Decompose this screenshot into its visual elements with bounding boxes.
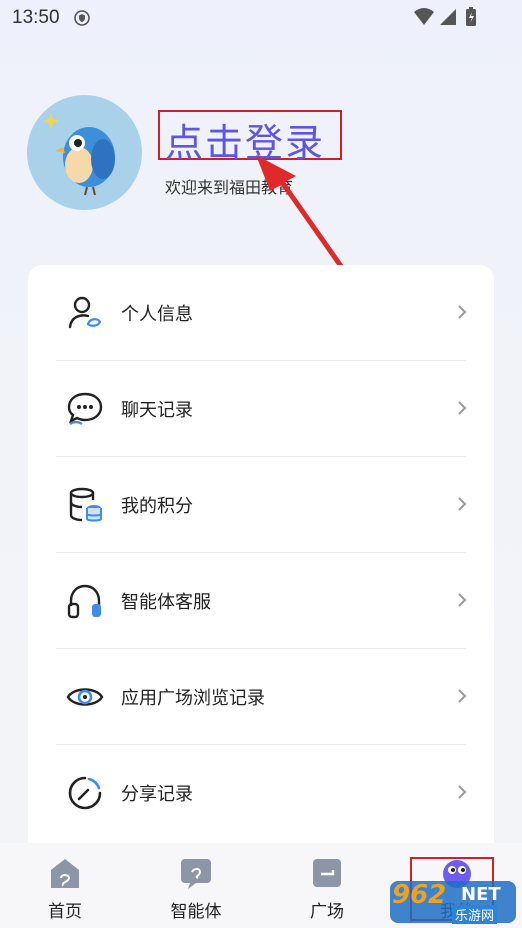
chevron-right-icon	[458, 305, 467, 319]
menu-item-browse-history[interactable]: 应用广场浏览记录	[28, 649, 494, 745]
menu-item-my-points[interactable]: 我的积分	[28, 457, 494, 553]
menu-label: 智能体客服	[121, 592, 211, 613]
chat-icon	[67, 392, 103, 425]
tab-square[interactable]: 广场	[262, 843, 392, 928]
database-icon	[69, 487, 102, 522]
menu-label: 我的积分	[121, 496, 193, 517]
home-icon	[51, 859, 79, 888]
login-link[interactable]: 点击登录	[165, 112, 325, 167]
headphones-icon	[67, 584, 101, 619]
menu-item-share-history[interactable]: 分享记录	[28, 745, 494, 841]
avatar[interactable]	[27, 95, 142, 210]
tab-label: 智能体	[170, 902, 222, 922]
menu-label: 个人信息	[121, 304, 193, 325]
watermark-sub: 乐游网	[452, 905, 498, 924]
status-time: 13:50	[12, 7, 60, 28]
tab-agent[interactable]: 智能体	[131, 843, 261, 928]
menu-card: 个人信息 聊天记录 我的积分 智能体客服 应用广场浏览记录 分享记录	[28, 265, 494, 865]
tab-label: 首页	[48, 902, 82, 922]
profile-header: 点击登录 欢迎来到福田教育	[0, 90, 522, 220]
tab-home[interactable]: 首页	[0, 843, 130, 928]
share-progress-icon	[68, 776, 102, 810]
menu-label: 分享记录	[121, 784, 193, 805]
watermark-net: NET	[461, 884, 501, 905]
welcome-text: 欢迎来到福田教育	[165, 178, 294, 197]
chevron-right-icon	[458, 497, 467, 511]
watermark-brand: 962	[392, 880, 447, 910]
shield-icon	[74, 10, 90, 26]
tab-label: 广场	[310, 902, 344, 922]
square-icon	[313, 859, 341, 887]
bird-avatar-icon	[43, 113, 115, 196]
person-icon	[68, 296, 102, 329]
menu-item-chat-history[interactable]: 聊天记录	[28, 361, 494, 457]
menu-label: 应用广场浏览记录	[121, 688, 265, 709]
agent-icon	[181, 859, 211, 889]
menu-item-personal-info[interactable]: 个人信息	[28, 265, 494, 361]
chevron-right-icon	[458, 593, 467, 607]
chevron-right-icon	[458, 689, 467, 703]
eye-icon	[66, 688, 104, 706]
chevron-right-icon	[458, 785, 467, 799]
status-bar: 13:50	[0, 0, 522, 36]
chevron-right-icon	[458, 401, 467, 415]
menu-label: 聊天记录	[121, 400, 193, 421]
menu-item-agent-service[interactable]: 智能体客服	[28, 553, 494, 649]
wifi-signal-battery-icons	[414, 7, 476, 26]
